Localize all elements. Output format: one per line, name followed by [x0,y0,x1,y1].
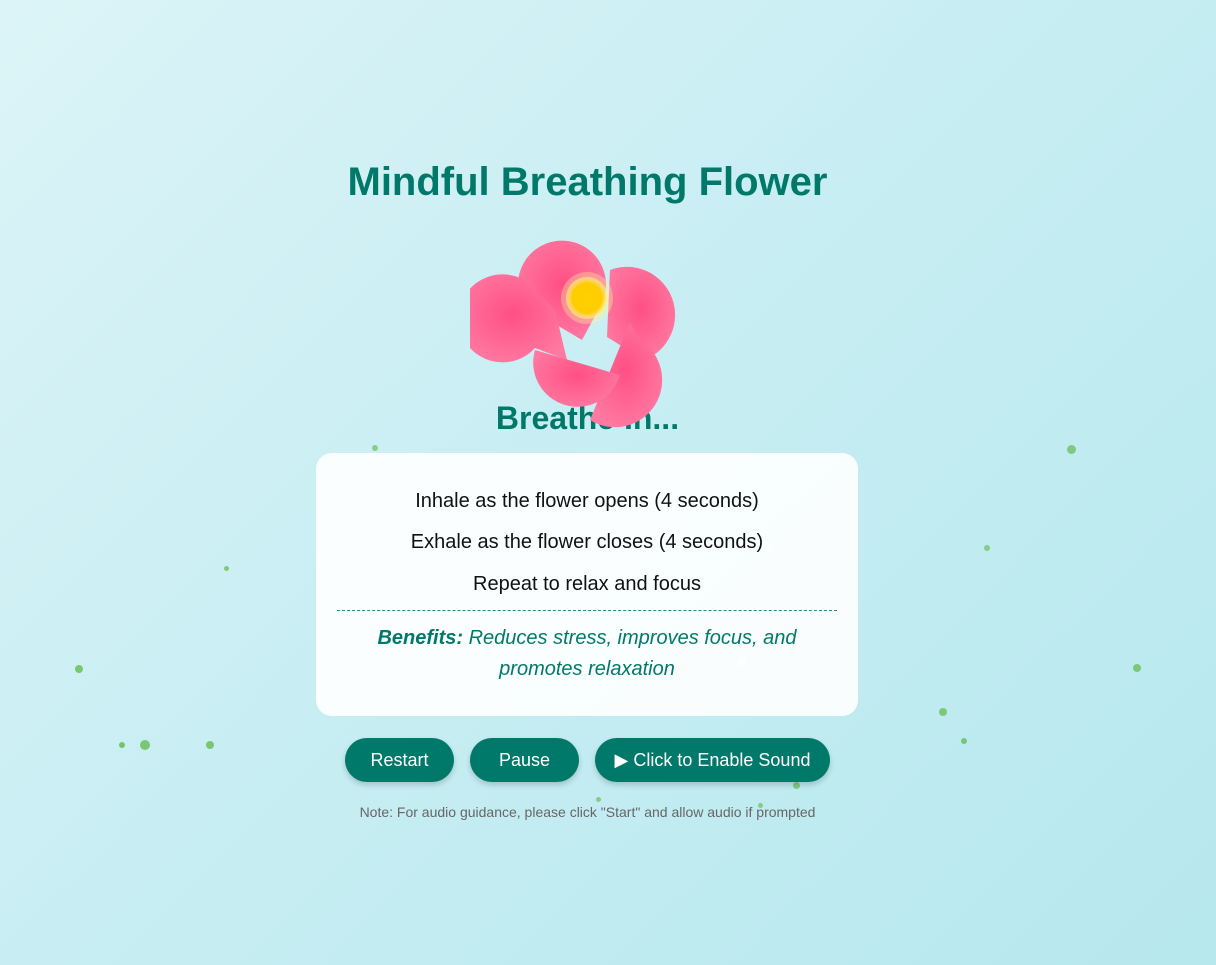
flower-center [566,277,608,319]
floating-particle [1133,664,1141,672]
breathing-flower [458,230,695,455]
floating-particle [75,665,83,673]
pause-button[interactable]: Pause [470,738,579,782]
floating-particle [939,708,947,716]
benefits-text: Benefits: Reduces stress, improves focus… [337,623,837,685]
floating-particle [1067,445,1076,454]
floating-particle [140,740,150,750]
instructions-card: Inhale as the flower opens (4 seconds) E… [316,453,858,716]
benefits-description: Reduces stress, improves focus, and prom… [468,627,797,680]
page-title: Mindful Breathing Flower [347,160,828,204]
benefits-label: Benefits: [377,627,464,649]
floating-particle [984,545,990,551]
floating-particle [119,742,125,748]
audio-note: Note: For audio guidance, please click "… [359,804,816,820]
flower-graphic [458,240,676,428]
enable-sound-button[interactable]: ▶ Click to Enable Sound [595,738,830,782]
floating-particle [206,741,214,749]
floating-particle [793,782,800,789]
instruction-inhale: Inhale as the flower opens (4 seconds) [415,490,759,512]
floating-particle [372,445,378,451]
floating-particle [961,738,967,744]
card-divider [337,610,837,611]
floating-particle [224,566,229,571]
instruction-repeat: Repeat to relax and focus [473,573,701,595]
floating-particle [596,797,601,802]
restart-button[interactable]: Restart [345,738,454,782]
instruction-exhale: Exhale as the flower closes (4 seconds) [410,531,764,553]
